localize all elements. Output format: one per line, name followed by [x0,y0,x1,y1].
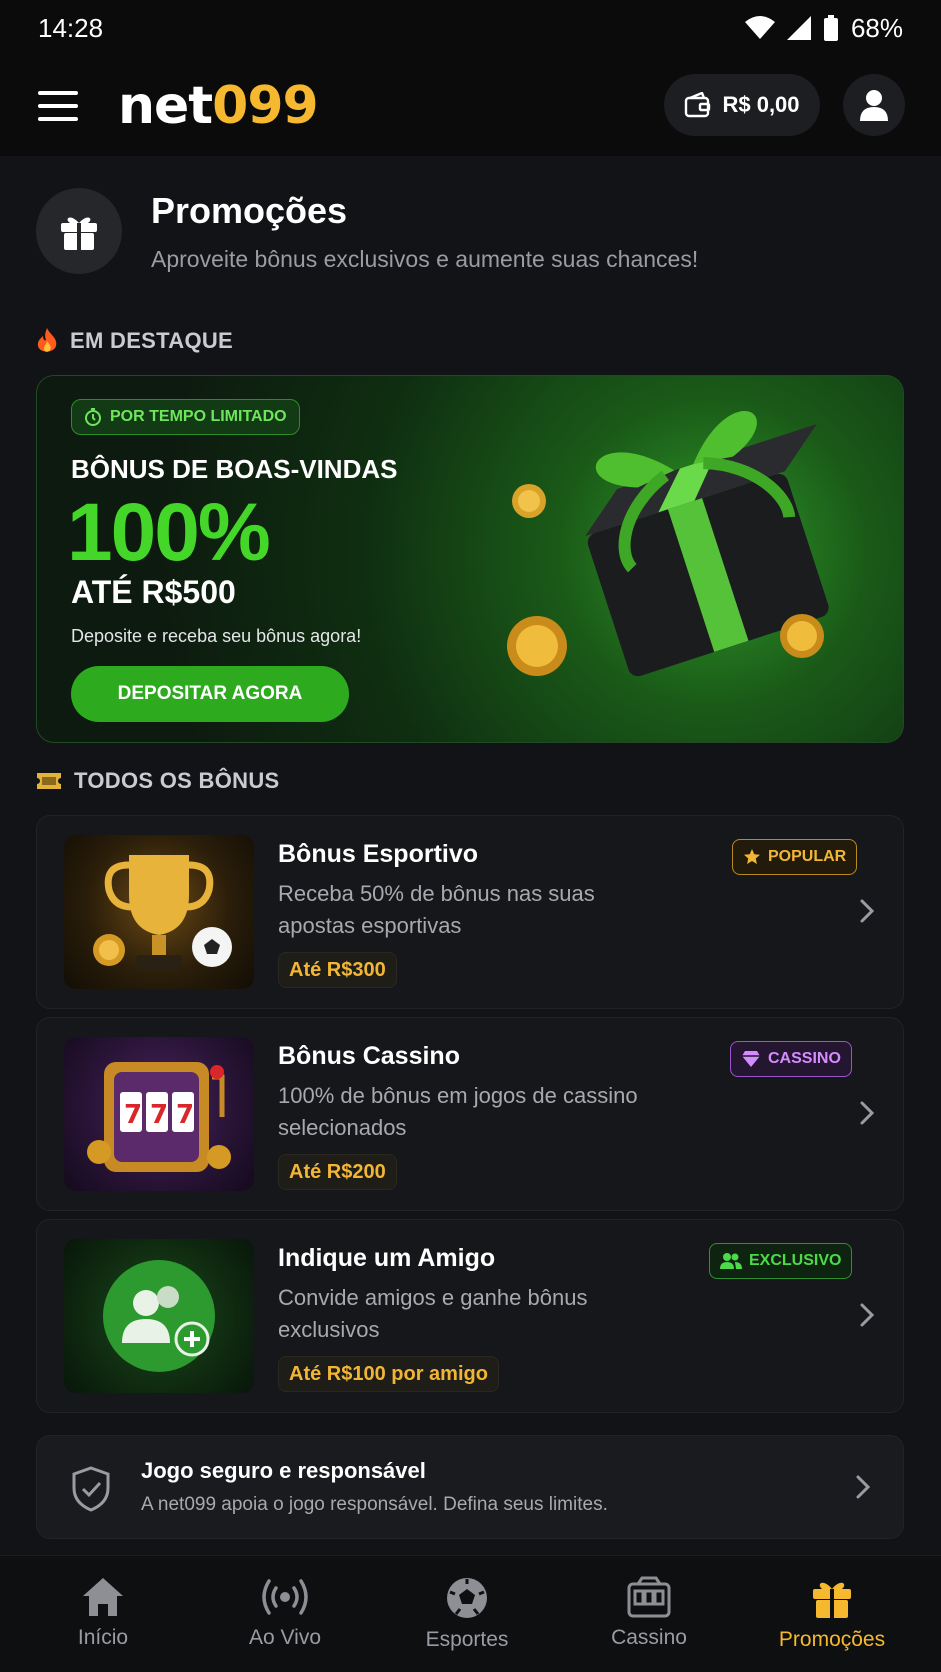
nav-item-promocoes[interactable]: Promoções [752,1556,912,1672]
fire-icon [37,328,57,352]
slot-machine-icon: 7 7 7 [87,1062,231,1172]
svg-text:7: 7 [176,1100,194,1130]
diamond-icon [742,1051,760,1067]
featured-description: Deposite e receba seu bônus agora! [71,626,362,646]
status-icons: 68% [744,12,903,44]
bonus-title: Indique um Amigo [278,1244,496,1272]
user-avatar-button[interactable] [843,74,905,136]
status-bar: 14:28 68% [0,0,941,56]
wallet-balance-button[interactable]: R$ 0,00 [664,74,820,136]
gift-box-illustration [507,411,829,677]
all-bonuses-section-label: TODOS OS BÔNUS [36,768,280,794]
ticket-icon [37,773,61,789]
brand-logo[interactable]: net099 [118,76,319,136]
responsible-gaming-title: Jogo seguro e responsável [141,1458,426,1483]
live-icon [262,1579,308,1615]
balance-amount: R$ 0,00 [722,92,800,117]
shield-check-icon [72,1466,110,1512]
nav-item-esportes[interactable]: Esportes [387,1556,547,1672]
status-time: 14:28 [38,12,104,43]
featured-percent: 100% [67,487,271,578]
soccer-ball-icon [447,1578,487,1618]
page-header: Promoções Aproveite bônus exclusivos e a… [36,188,906,278]
bonus-max-amount: Até R$200 [278,1154,397,1190]
trophy-icon [93,855,232,969]
bonus-description: Convide amigos e ganhe bônus exclusivos [278,1285,588,1342]
battery-icon [823,15,838,41]
featured-title: BÔNUS DE BOAS-VINDAS [71,454,398,484]
deposit-now-button[interactable]: DEPOSITAR AGORA [71,666,349,722]
bonus-title: Bônus Cassino [278,1042,460,1070]
user-icon [860,90,888,121]
gift-icon [813,1582,851,1618]
signal-icon [786,16,811,40]
bonus-title: Bônus Esportivo [278,840,479,868]
timer-icon [85,408,101,426]
slot-machine-image: 7 7 7 [64,1037,254,1191]
page-icon [36,188,122,274]
referral-image [64,1239,254,1393]
nav-item-inicio[interactable]: Início [23,1556,183,1672]
bonus-card-casino[interactable]: 7 7 7 Bônus Cassino 100% de bônus em jog… [36,1017,904,1211]
slot-machine-icon [627,1576,671,1618]
chevron-right-icon[interactable] [859,898,875,924]
page-subtitle: Aproveite bônus exclusivos e aumente sua… [151,246,699,272]
page-title: Promoções [151,190,348,231]
featured-section-label: EM DESTAQUE [36,328,233,354]
limited-time-badge: POR TEMPO LIMITADO [71,399,300,435]
popular-badge: POPULAR [732,839,858,875]
responsible-gaming-banner[interactable]: Jogo seguro e responsável A net099 apoia… [36,1435,904,1539]
casino-badge: CASSINO [730,1041,852,1077]
svg-text:7: 7 [124,1100,142,1130]
star-icon [744,849,760,864]
exclusive-badge: EXCLUSIVO [709,1243,853,1279]
chevron-right-icon[interactable] [859,1302,875,1328]
gift-icon [61,217,97,250]
responsible-gaming-description: A net099 apoia o jogo responsável. Defin… [141,1494,608,1515]
add-friend-icon [103,1260,215,1372]
bottom-navigation: Início Ao Vivo Esportes Cassino Promoçõe… [0,1555,941,1672]
wifi-icon [744,16,775,39]
bonus-max-amount: Até R$100 por amigo [278,1356,499,1392]
trophy-image [64,835,254,989]
bonus-card-referral[interactable]: Indique um Amigo Convide amigos e ganhe … [36,1219,904,1413]
chevron-right-icon[interactable] [855,1474,871,1500]
bonus-max-amount: Até R$300 [278,952,397,988]
wallet-icon [685,92,711,118]
app-header: net099 R$ 0,00 [0,56,941,156]
nav-item-cassino[interactable]: Cassino [569,1556,729,1672]
svg-text:7: 7 [150,1100,168,1130]
bonus-description: Receba 50% de bônus nas suas apostas esp… [278,881,595,938]
users-icon [720,1253,742,1269]
bonus-card-sports[interactable]: Bônus Esportivo Receba 50% de bônus nas … [36,815,904,1009]
home-icon [83,1578,123,1616]
chevron-right-icon[interactable] [859,1100,875,1126]
menu-icon[interactable] [38,91,78,121]
featured-max-amount: ATÉ R$500 [71,574,236,610]
nav-item-ao-vivo[interactable]: Ao Vivo [205,1556,365,1672]
bonus-description: 100% de bônus em jogos de cassino seleci… [278,1083,638,1140]
featured-banner[interactable]: POR TEMPO LIMITADO BÔNUS DE BOAS-VINDAS … [36,375,904,743]
battery-level: 68% [850,12,903,43]
